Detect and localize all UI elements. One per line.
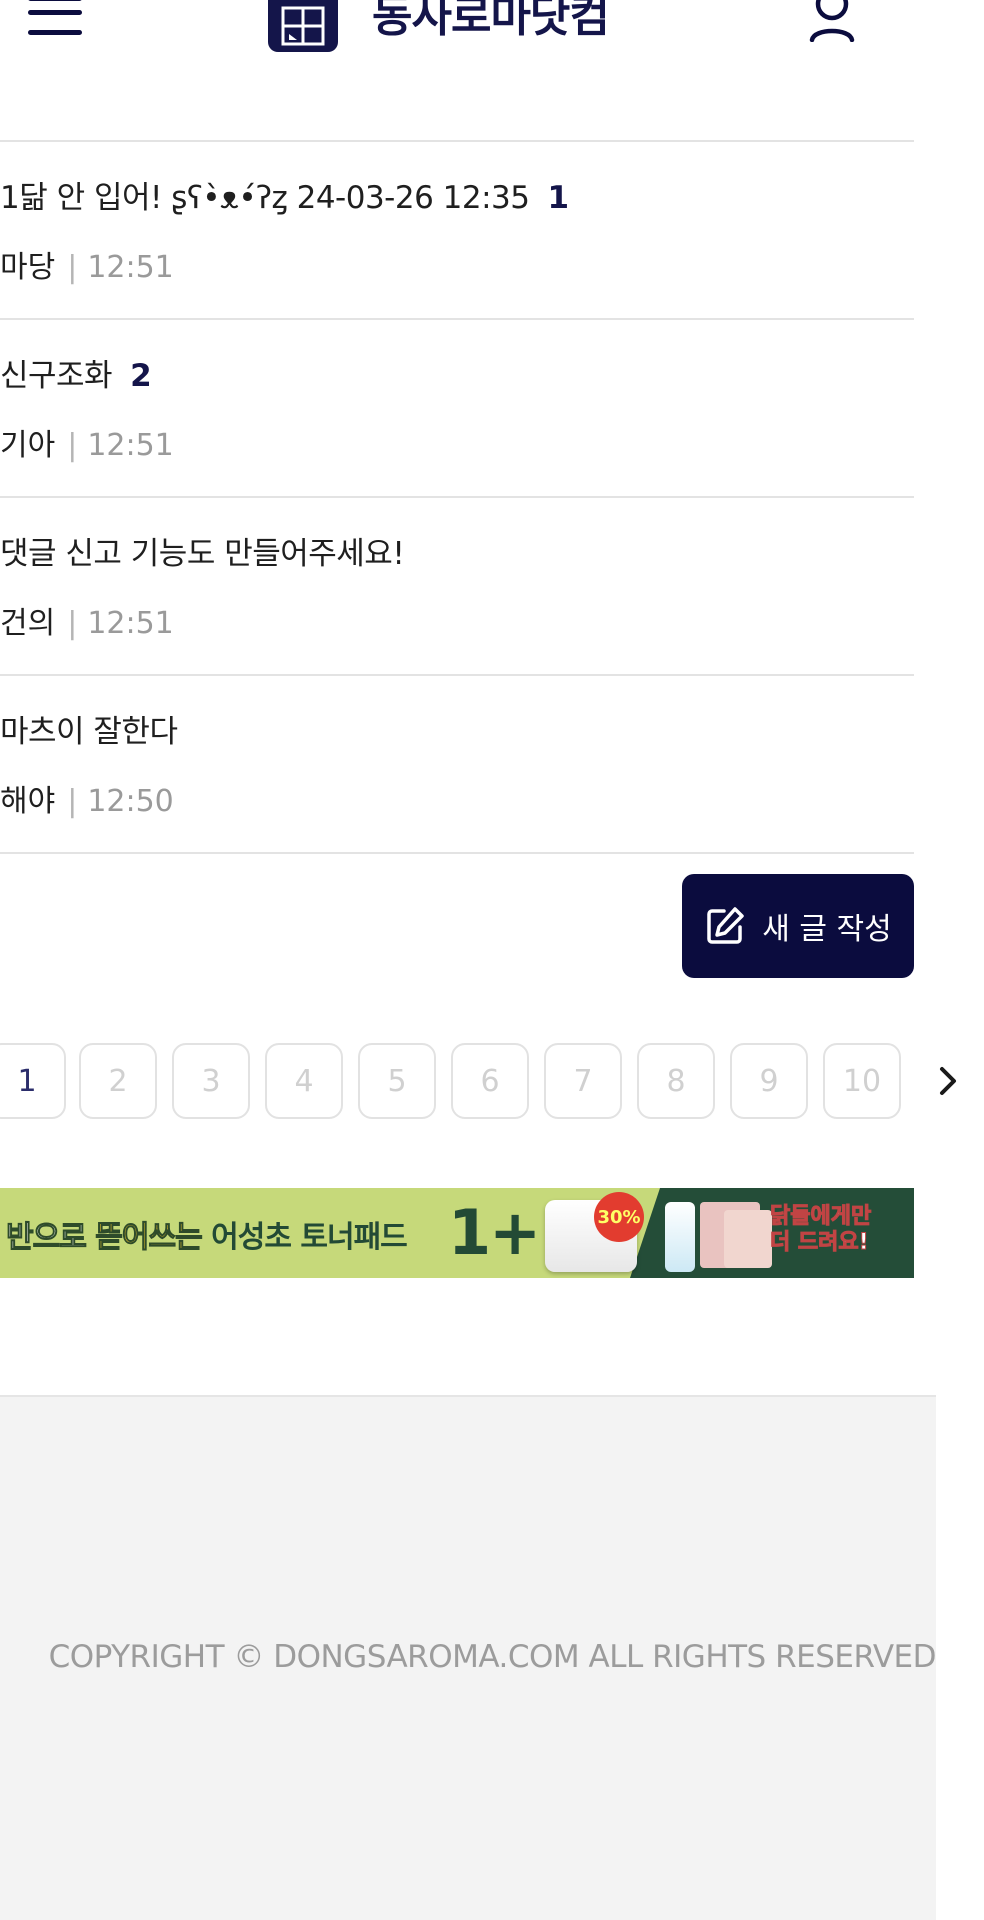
comment-count: 2 — [130, 358, 152, 394]
post-meta: 해야 | 12:50 — [0, 776, 174, 820]
list-item[interactable]: 댓글 신고 기능도 만들어주세요! 건의 | 12:51 — [0, 498, 914, 676]
logo[interactable]: 동사로마닷컴 — [268, 0, 610, 56]
page-button[interactable]: 2 — [79, 1043, 157, 1119]
post-meta: 마당 | 12:51 — [0, 242, 174, 286]
post-meta: 기아 | 12:51 — [0, 420, 174, 464]
page-button[interactable]: 1 — [0, 1043, 66, 1119]
user-icon[interactable] — [808, 0, 856, 43]
page-button[interactable]: 3 — [172, 1043, 250, 1119]
post-title[interactable]: 마츠이 잘한다 — [0, 706, 178, 751]
pagination: 1 2 3 4 5 6 7 8 9 10 — [0, 1043, 984, 1123]
list-item[interactable]: 마츠이 잘한다 해야 | 12:50 — [0, 676, 914, 854]
footer: COPYRIGHT © DONGSAROMA.COM ALL RIGHTS RE… — [0, 1395, 937, 1920]
page-button[interactable]: 8 — [637, 1043, 715, 1119]
meta-separator: | — [67, 250, 78, 285]
new-post-label: 새 글 작성 — [762, 912, 892, 947]
page-button[interactable]: 5 — [358, 1043, 436, 1119]
product-pack-image — [724, 1210, 772, 1268]
chevron-right-icon[interactable] — [936, 1063, 960, 1099]
post-title[interactable]: 신구조화 2 — [0, 350, 152, 395]
hamburger-menu-icon[interactable] — [28, 0, 82, 44]
page-button[interactable]: 7 — [544, 1043, 622, 1119]
discount-badge: 30% — [594, 1192, 644, 1242]
post-list: 1닮 안 입어! ʂʕ•̀ᴥ•́ʔȥ 24-03-26 12:35 1 마당 | 12… — [0, 140, 914, 854]
post-title[interactable]: 댓글 신고 기능도 만들어주세요! — [0, 528, 405, 573]
post-author: 건의 — [0, 606, 56, 641]
comment-count: 1 — [547, 180, 570, 216]
post-time: 12:51 — [87, 250, 174, 285]
page-button[interactable]: 10 — [823, 1043, 901, 1119]
meta-separator: | — [67, 428, 78, 463]
logo-mark-icon — [281, 6, 325, 46]
post-author: 해야 — [0, 784, 56, 819]
meta-separator: | — [67, 784, 78, 819]
post-author: 마당 — [0, 250, 56, 285]
ad-banner[interactable]: 반으로 뜯어쓰는 어성초 토너패드 1+1 30% 닭들에게만 더 드려요! — [0, 1188, 914, 1278]
page-button[interactable]: 6 — [451, 1043, 529, 1119]
page-button[interactable]: 4 — [265, 1043, 343, 1119]
banner-headline: 반으로 뜯어쓰는 어성초 토너패드 — [6, 1220, 408, 1256]
post-time: 12:51 — [87, 428, 174, 463]
post-author: 기아 — [0, 428, 56, 463]
post-meta: 건의 | 12:51 — [0, 598, 174, 642]
logo-text: 동사로마닷컴 — [372, 0, 610, 42]
screen: 동사로마닷컴 1닮 안 입어! ʂʕ•̀ᴥ•́ʔȥ 24-03-26 12:35… — [0, 0, 984, 1920]
post-time: 12:50 — [87, 784, 174, 819]
page-button[interactable]: 9 — [730, 1043, 808, 1119]
logo-mark — [268, 0, 338, 52]
meta-separator: | — [67, 606, 78, 641]
new-post-button[interactable]: 새 글 작성 — [682, 874, 914, 978]
post-title[interactable]: 1닮 안 입어! ʂʕ•̀ᴥ•́ʔȥ 24-03-26 12:35 1 — [0, 172, 569, 217]
product-tube-image — [665, 1202, 695, 1272]
list-item[interactable]: 1닮 안 입어! ʂʕ•̀ᴥ•́ʔȥ 24-03-26 12:35 1 마당 | 12… — [0, 142, 914, 320]
list-item[interactable]: 신구조화 2 기아 | 12:51 — [0, 320, 914, 498]
header: 동사로마닷컴 — [0, 0, 984, 80]
banner-promo-text: 닭들에게만 더 드려요! — [770, 1204, 872, 1256]
copyright-text: COPYRIGHT © DONGSAROMA.COM ALL RIGHTS RE… — [48, 1639, 937, 1675]
post-time: 12:51 — [87, 606, 174, 641]
edit-icon — [707, 907, 744, 944]
